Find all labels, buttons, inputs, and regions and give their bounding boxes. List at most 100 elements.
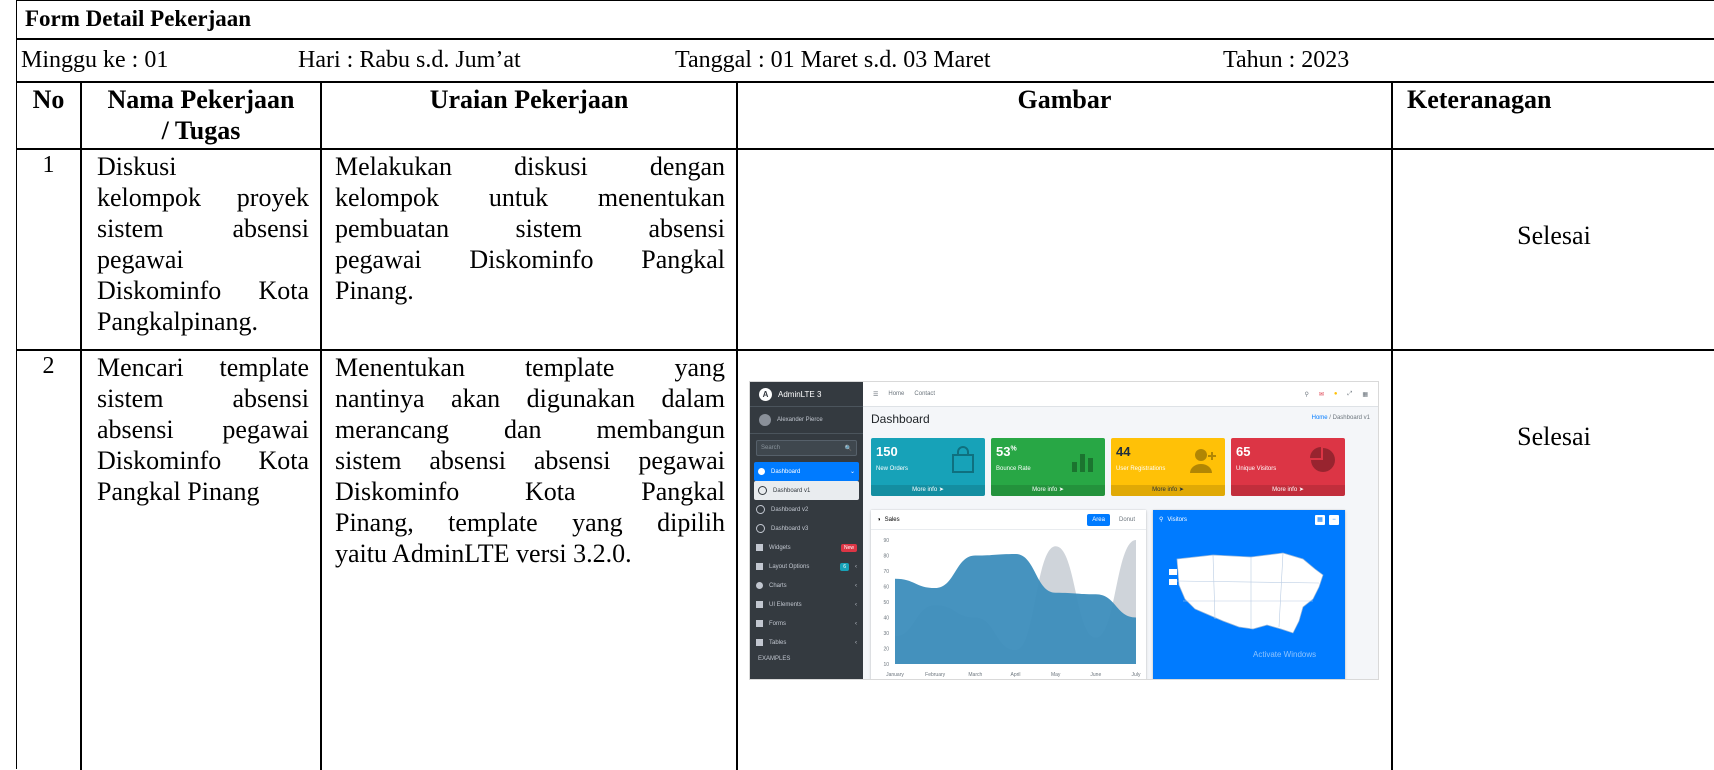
usa-map: Activate Windows xyxy=(1169,552,1324,659)
circle-icon xyxy=(756,524,765,533)
area-series-2 xyxy=(895,553,1136,664)
form-title: Form Detail Pekerjaan xyxy=(25,6,252,31)
nav-item-dashboard-v1: Dashboard v1 xyxy=(754,481,859,500)
x-tick-label: March xyxy=(968,672,982,678)
desc-line: kelompok untuk menentukan xyxy=(335,183,725,212)
more-info-label: More info xyxy=(1272,487,1298,493)
y-tick-label: 90 xyxy=(883,538,889,544)
chevron-down-icon: ⌄ xyxy=(849,469,855,475)
table-icon xyxy=(756,639,763,646)
header-task-line2: / Tugas xyxy=(161,116,241,145)
date-info: Tanggal : 01 Maret s.d. 03 Maret xyxy=(675,47,991,73)
map-marker-icon: ⚲ xyxy=(1159,517,1164,523)
sales-card: ◑ Sales Area Donut 10 20 30 40 50 60 70 80 90 Jan… xyxy=(871,510,1146,679)
nav-item-tables: Tables ‹ xyxy=(750,633,863,652)
more-info-label: More info xyxy=(1032,487,1058,493)
box-label: Bounce Rate xyxy=(996,466,1031,472)
y-tick-label: 50 xyxy=(883,600,889,606)
search-icon: ⚲ xyxy=(1304,391,1309,398)
messages-icon: ✉ xyxy=(1318,391,1324,398)
desc-line: Pinang. xyxy=(335,276,414,305)
box-more-info: More info ➤ xyxy=(1231,485,1345,496)
chevron-left-icon: ‹ xyxy=(855,601,857,608)
y-tick-label: 30 xyxy=(883,631,889,637)
nav-label: Widgets xyxy=(769,544,791,551)
column-divider xyxy=(80,81,82,770)
box-value: 44 xyxy=(1116,444,1131,459)
visitors-card-title: Visitors xyxy=(1167,516,1187,523)
header-no: No xyxy=(32,85,65,114)
nav-label: Dashboard v2 xyxy=(771,506,809,513)
pie-chart-icon: ◑ xyxy=(877,516,881,523)
desc-line: Pinang, template yang dipilih xyxy=(335,508,725,537)
breadcrumb-current: Dashboard v1 xyxy=(1332,415,1370,421)
brand-logo: A xyxy=(759,387,772,401)
nav-label: UI Elements xyxy=(769,601,802,608)
row-2-task: Mencari template sistem absensi absensi … xyxy=(97,352,309,507)
row-divider xyxy=(17,349,1714,351)
day-info: Hari : Rabu s.d. Jum’at xyxy=(298,47,521,73)
y-tick-label: 10 xyxy=(883,662,889,668)
user-name: Alexander Pierce xyxy=(777,417,823,423)
box-label: User Registrations xyxy=(1116,466,1166,472)
nav-label: Dashboard v1 xyxy=(773,487,811,494)
search-icon: 🔍 xyxy=(844,445,852,452)
x-tick-label: June xyxy=(1090,672,1101,678)
desc-line: merancang dan membangun xyxy=(335,415,725,444)
sidebar-user: Alexander Pierce xyxy=(750,407,863,434)
top-link-contact: Contact xyxy=(914,391,936,397)
avatar xyxy=(759,414,771,426)
brand-name: AdminLTE 3 xyxy=(778,389,822,399)
nav-label: Forms xyxy=(769,620,786,627)
y-tick-label: 70 xyxy=(883,569,889,575)
desc-line: nantinya akan digunakan dalam xyxy=(335,384,725,413)
tab-donut: Donut xyxy=(1118,516,1135,523)
tree-icon xyxy=(756,601,763,608)
row-2-note: Selesai xyxy=(1517,422,1591,451)
box-label: Unique Visitors xyxy=(1236,466,1277,472)
desc-line: Menentukan template yang xyxy=(335,353,725,382)
column-divider xyxy=(320,81,322,770)
task-line: sistem absensi xyxy=(97,214,309,243)
task-line: Diskominfo Kota xyxy=(97,446,309,475)
nav-item-dashboard: Dashboard ⌄ xyxy=(754,462,859,481)
nav-item-forms: Forms ‹ xyxy=(750,614,863,633)
more-info-label: More info xyxy=(1152,487,1178,493)
more-info-label: More info xyxy=(912,487,938,493)
small-box-bounce-rate: 53% Bounce Rate More info ➤ xyxy=(991,438,1105,496)
sidebar-search-input: Search 🔍 xyxy=(756,440,857,456)
nav-item-layout-options: Layout Options 6 ‹ xyxy=(750,557,863,576)
nav-label: Dashboard v3 xyxy=(771,525,809,532)
fullscreen-icon: ⤢ xyxy=(1347,390,1353,397)
y-tick-label: 80 xyxy=(883,554,889,560)
header-description: Uraian Pekerjaan xyxy=(429,85,629,114)
row-1-task: Diskusi kelompok proyek sistem absensi p… xyxy=(97,151,309,337)
sales-area-chart: 10 20 30 40 50 60 70 80 90 January February March Ap… xyxy=(883,538,1141,678)
apps-icon: ▦ xyxy=(1362,391,1368,398)
sidebar: A AdminLTE 3 Alexander Pierce Search 🔍 D… xyxy=(750,382,863,679)
visitors-card: ⚲ Visitors ▦ − Activate Windows xyxy=(1153,510,1345,679)
row-divider xyxy=(17,81,1714,83)
sidebar-nav: Dashboard ⌄ Dashboard v1 Dashboard v2 Das… xyxy=(750,462,863,652)
task-line: sistem absensi xyxy=(97,384,309,413)
new-badge: New xyxy=(840,543,857,552)
small-box-new-orders: 150 New Orders More info ➤ xyxy=(871,438,985,496)
box-more-info: More info ➤ xyxy=(1111,485,1225,496)
row-1-description: Melakukan diskusi dengan kelompok untuk … xyxy=(335,151,725,306)
sales-card-title: Sales xyxy=(884,516,900,523)
desc-line: pembuatan sistem absensi xyxy=(335,214,725,243)
task-line: pegawai xyxy=(97,245,184,274)
week-info: Minggu ke : 01 xyxy=(21,47,169,73)
task-line: Pangkalpinang. xyxy=(97,307,259,336)
chevron-left-icon: ‹ xyxy=(855,563,857,570)
search-placeholder: Search xyxy=(761,445,781,451)
box-more-info: More info ➤ xyxy=(871,485,985,496)
header-note: Keteranagan xyxy=(1407,85,1552,114)
nav-item-dashboard-v2: Dashboard v2 xyxy=(750,500,863,519)
user-plus-icon xyxy=(1190,449,1216,473)
box-value: 65 xyxy=(1236,444,1251,459)
chevron-left-icon: ‹ xyxy=(855,620,857,627)
grid-icon xyxy=(756,544,763,551)
breadcrumb: Home / Dashboard v1 xyxy=(1311,415,1370,421)
nav-item-ui-elements: UI Elements ‹ xyxy=(750,595,863,614)
